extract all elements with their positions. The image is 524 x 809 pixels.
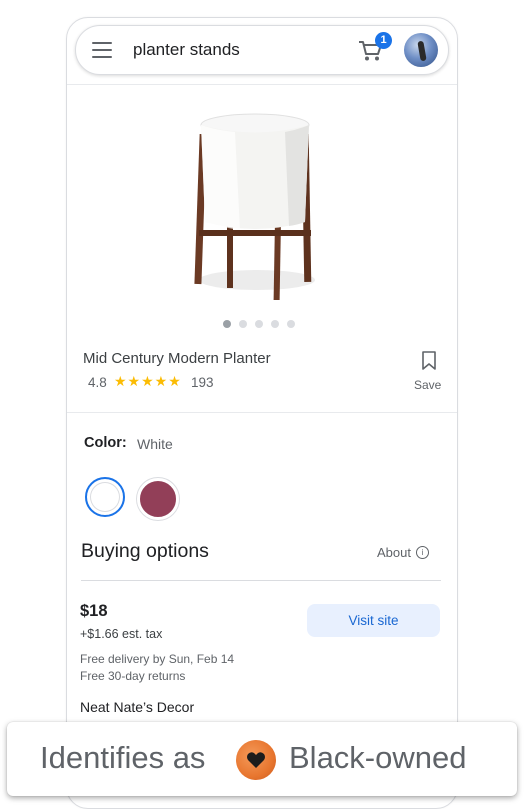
seller-name[interactable]: Neat Nate’s Decor: [80, 699, 194, 715]
visit-site-button[interactable]: Visit site: [307, 604, 440, 637]
callout-prefix: Identifies as: [40, 740, 206, 775]
offer-tax: +$1.66 est. tax: [80, 627, 163, 641]
save-button[interactable]: Save: [409, 351, 449, 392]
offer-price: $18: [80, 602, 108, 620]
save-label: Save: [414, 378, 442, 392]
heart-icon: [247, 752, 265, 768]
buying-divider: [81, 580, 441, 581]
callout-suffix: Black-owned: [289, 740, 467, 775]
info-icon[interactable]: i: [416, 546, 429, 559]
carousel-dot[interactable]: [223, 320, 231, 328]
color-label: Color:: [84, 435, 127, 451]
search-bar[interactable]: planter stands 1: [75, 25, 449, 75]
product-title[interactable]: Mid Century Modern Planter: [83, 350, 271, 367]
carousel-dot[interactable]: [287, 320, 295, 328]
cart-count-badge: 1: [375, 32, 392, 49]
carousel-dot[interactable]: [239, 320, 247, 328]
section-divider: [67, 412, 457, 413]
black-owned-badge-icon: [236, 740, 276, 780]
carousel-dot[interactable]: [271, 320, 279, 328]
rating-value: 4.8: [88, 375, 107, 390]
product-image[interactable]: [185, 110, 325, 300]
header-divider: [67, 84, 457, 85]
phone-frame: planter stands 1 Mid Century Modern Plan…: [66, 17, 458, 809]
about-link[interactable]: About: [377, 545, 411, 560]
avatar[interactable]: [404, 33, 438, 67]
color-swatch-white[interactable]: [85, 477, 125, 517]
hamburger-menu-icon[interactable]: [92, 42, 112, 58]
buying-options-heading: Buying options: [81, 540, 209, 562]
carousel-dot[interactable]: [255, 320, 263, 328]
rating-stars: ★★★★★: [114, 373, 182, 389]
offer-returns: Free 30-day returns: [80, 669, 186, 683]
bookmark-icon: [422, 351, 436, 370]
offer-delivery: Free delivery by Sun, Feb 14: [80, 652, 235, 666]
color-swatch-plum[interactable]: [137, 478, 179, 520]
color-selected-value: White: [137, 436, 173, 452]
black-owned-callout: Identifies as Black-owned: [7, 722, 517, 796]
review-count[interactable]: 193: [191, 375, 214, 390]
search-input[interactable]: planter stands: [133, 40, 240, 60]
